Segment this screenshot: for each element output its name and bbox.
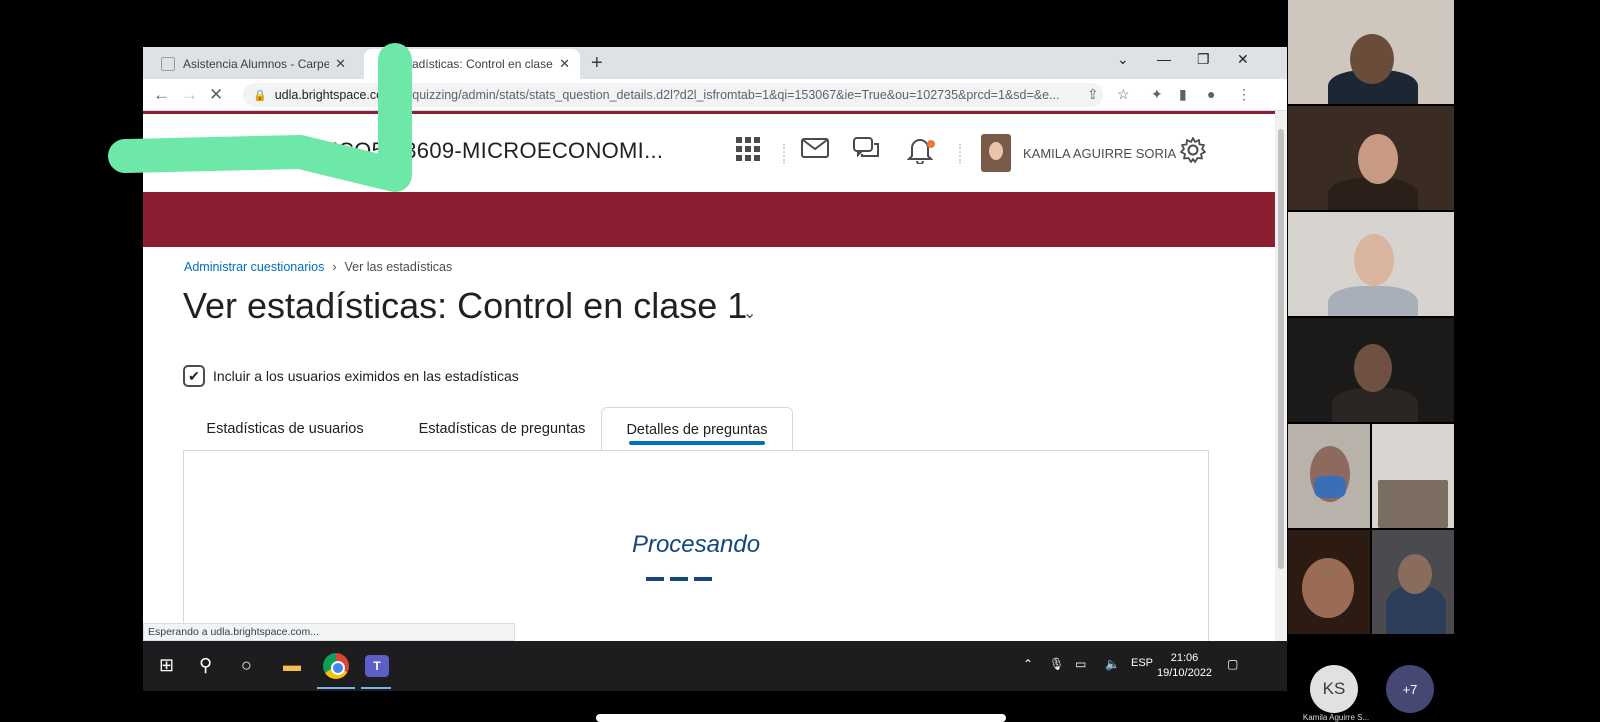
notifications-icon[interactable]: ▢ — [1227, 657, 1238, 671]
participant-video[interactable] — [1288, 212, 1454, 316]
chrome-active-indicator — [317, 687, 355, 689]
microphone-icon[interactable]: 🎙 — [1049, 657, 1064, 671]
show-hidden-icons-icon[interactable]: ⌃ — [1023, 657, 1033, 671]
avatar-face — [989, 142, 1003, 160]
chevron-down-icon[interactable]: ⌄ — [743, 303, 756, 323]
volume-icon[interactable]: 🔈 — [1105, 657, 1120, 671]
minimize-icon[interactable]: — — [1157, 51, 1171, 67]
self-name: Kamila Aguirre S... — [1302, 713, 1370, 722]
forward-icon[interactable]: → — [181, 85, 198, 105]
window-close-icon[interactable]: ✕ — [1237, 51, 1249, 68]
course-selector-grid-icon[interactable] — [735, 136, 761, 169]
teams-active-indicator — [361, 687, 391, 689]
bookmark-star-icon[interactable]: ☆ — [1117, 86, 1130, 103]
cortana-icon[interactable]: ○ — [241, 655, 252, 676]
browser-tab-strip: Asistencia Alumnos - CarpetaEnL ✕ estadí… — [143, 47, 1287, 79]
include-exempt-label: Incluir a los usuarios eximidos en las e… — [213, 368, 519, 384]
clock-date: 19/10/2022 — [1157, 667, 1213, 679]
language-indicator[interactable]: ESP — [1131, 657, 1153, 669]
search-icon[interactable]: ⚲ — [199, 655, 212, 676]
tab-label: Detalles de preguntas — [626, 421, 768, 438]
participant-video[interactable] — [1288, 530, 1370, 634]
course-title-prefix: ECO — [323, 138, 372, 163]
self-avatar[interactable]: KS — [1310, 665, 1358, 713]
header-divider — [783, 144, 785, 164]
menu-kebab-icon[interactable]: ⋮ — [1237, 86, 1251, 103]
page-scrollbar[interactable] — [1275, 111, 1287, 641]
tab-search-icon[interactable]: ⌄ — [1117, 51, 1129, 68]
browser-status-bar: Esperando a udla.brightspace.com... — [143, 623, 515, 641]
brand-band — [143, 192, 1287, 247]
url-path: l/lms/quizzing/admin/stats/stats_questio… — [383, 88, 1060, 102]
user-avatar[interactable] — [981, 134, 1011, 172]
taskbar-clock[interactable]: 21:06 19/10/2022 — [1157, 651, 1212, 681]
back-icon[interactable]: ← — [153, 85, 170, 105]
participant-video[interactable] — [1288, 318, 1454, 422]
lock-icon[interactable]: 🔒 — [253, 89, 267, 102]
course-title[interactable]: ECO54-3609-MICROECONOMI... — [323, 138, 663, 164]
scrollbar-thumb[interactable] — [1278, 129, 1284, 569]
close-icon[interactable]: ✕ — [559, 56, 570, 72]
side-panel-icon[interactable]: ▮ — [1179, 86, 1187, 103]
chrome-icon[interactable] — [323, 653, 349, 679]
browser-toolbar: ← → ✕ 🔒 udla.brightspace.co l/lms/quizzin… — [143, 79, 1287, 111]
header-divider — [959, 144, 961, 164]
home-indicator[interactable] — [596, 714, 1006, 722]
clock-time: 21:06 — [1170, 652, 1199, 664]
shared-screen: Asistencia Alumnos - CarpetaEnL ✕ estadí… — [143, 47, 1287, 691]
notification-badge — [927, 140, 935, 148]
participant-video[interactable] — [1372, 530, 1454, 634]
tab-title: Asistencia Alumnos - CarpetaEnL — [183, 57, 330, 71]
settings-gear-icon[interactable] — [1179, 136, 1207, 171]
mail-icon[interactable] — [801, 136, 829, 167]
breadcrumb-link-administrar[interactable]: Administrar cuestionarios — [184, 260, 324, 274]
document-favicon-icon — [161, 57, 175, 71]
participant-video[interactable] — [1288, 424, 1370, 528]
more-participants-button[interactable]: +7 — [1386, 665, 1434, 713]
tab-title: estadísticas: Control en clase — [396, 57, 553, 71]
user-name[interactable]: KAMILA AGUIRRE SORIA — [1023, 146, 1176, 161]
page-title: Ver estadísticas: Control en clase 1 — [183, 285, 748, 326]
tab-selected-indicator — [629, 441, 765, 445]
include-exempt-option[interactable]: ✔ Incluir a los usuarios eximidos en las… — [183, 365, 519, 387]
file-explorer-icon[interactable]: ▬ — [283, 655, 301, 676]
network-icon[interactable]: ▭ — [1075, 657, 1086, 671]
profile-icon[interactable]: ● — [1207, 86, 1215, 102]
breadcrumb-current: Ver las estadísticas — [344, 260, 453, 274]
windows-start-icon[interactable]: ⊞ — [159, 655, 174, 676]
url-host: udla.brightspace.co — [274, 88, 384, 102]
extensions-icon[interactable]: ✦ — [1151, 86, 1163, 103]
browser-tab-estadisticas[interactable]: estadísticas: Control en clase ✕ — [364, 49, 580, 79]
stop-loading-icon[interactable]: ✕ — [209, 85, 223, 105]
loading-indicator — [646, 577, 712, 581]
share-icon[interactable]: ⇪ — [1087, 86, 1099, 103]
course-title-code: 54-3609-MICROECONOMI... — [371, 138, 664, 163]
tab-estadisticas-usuarios[interactable]: Estadísticas de usuarios — [183, 407, 387, 451]
close-icon[interactable]: ✕ — [335, 56, 346, 72]
tab-estadisticas-preguntas[interactable]: Estadísticas de preguntas — [395, 407, 609, 451]
include-exempt-checkbox[interactable]: ✔ — [183, 365, 205, 387]
windows-taskbar: ⊞ ⚲ ○ ▬ T ⌃ 🎙 ▭ 🔈 ESP 21:06 19/10/2022 ▢ — [143, 641, 1287, 691]
new-tab-icon[interactable]: + — [591, 52, 603, 75]
meeting-stage: Asistencia Alumnos - CarpetaEnL ✕ estadí… — [0, 0, 1600, 722]
restore-icon[interactable]: ❐ — [1197, 51, 1210, 68]
tab-detalles-preguntas[interactable]: Detalles de preguntas — [601, 407, 793, 451]
teams-icon[interactable]: T — [365, 655, 389, 677]
discussions-icon[interactable] — [853, 136, 881, 169]
lms-header: ECO54-3609-MICROECONOMI... KAMILA AGUIRR… — [143, 114, 1287, 192]
processing-text: Procesando — [631, 531, 761, 558]
browser-tab-asistencia[interactable]: Asistencia Alumnos - CarpetaEnL ✕ — [151, 49, 356, 79]
breadcrumb: Administrar cuestionarios › Ver las estadí… — [184, 260, 452, 274]
stats-tabs: Estadísticas de usuarios Estadísticas de… — [183, 407, 1209, 451]
breadcrumb-separator: › — [332, 260, 337, 274]
participant-video[interactable] — [1288, 106, 1454, 210]
participant-video[interactable] — [1288, 0, 1454, 104]
address-bar[interactable]: 🔒 udla.brightspace.co l/lms/quizzing/admi… — [243, 83, 1103, 107]
participant-video[interactable] — [1372, 424, 1454, 528]
